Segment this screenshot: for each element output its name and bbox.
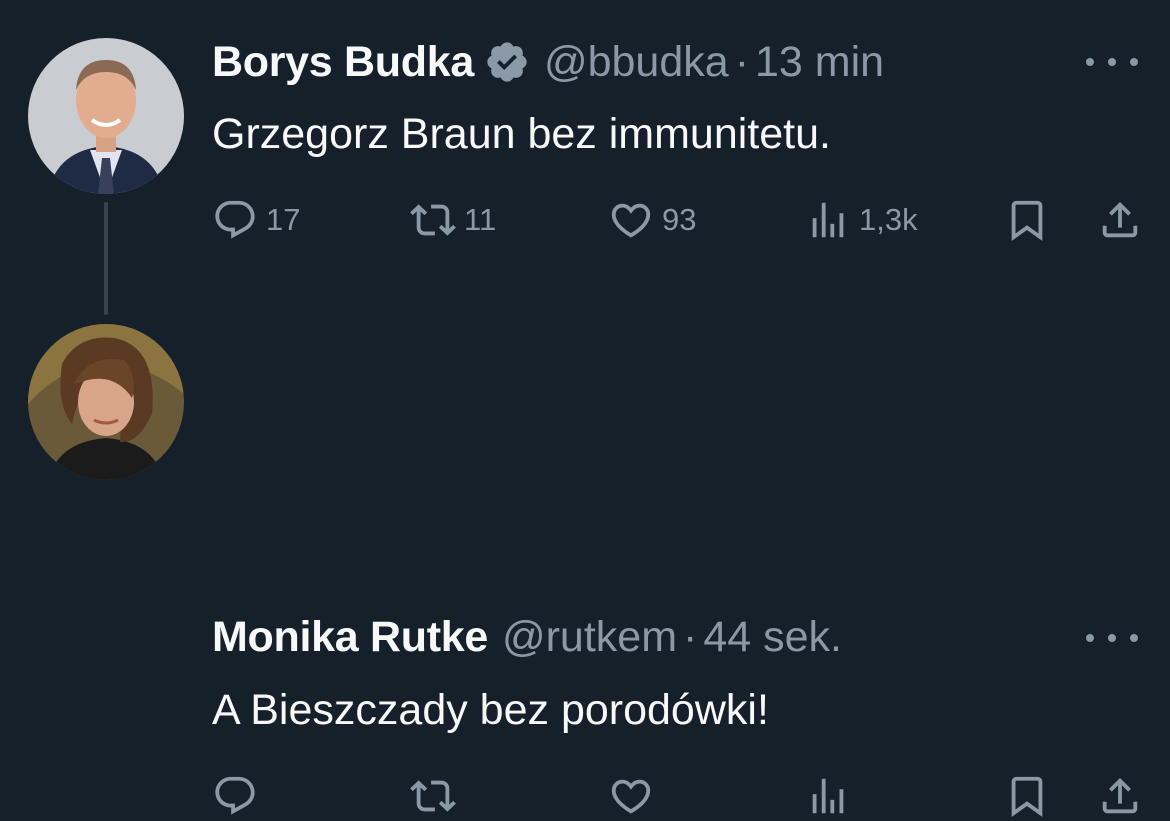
- retweet-button[interactable]: 11: [410, 195, 496, 245]
- tweet[interactable]: Borys Budka @bbudka · 13 min Grzegorz Br…: [0, 0, 1170, 315]
- verified-badge-icon[interactable]: [484, 39, 530, 85]
- like-button[interactable]: 93: [608, 195, 696, 245]
- views-icon: [812, 778, 844, 814]
- timestamp[interactable]: 13 min: [755, 38, 884, 87]
- author-name[interactable]: Monika Rutke: [212, 613, 488, 662]
- author-handle[interactable]: @bbudka: [544, 38, 729, 87]
- tweet-text: A Bieszczady bez porodówki!: [212, 686, 769, 734]
- like-button[interactable]: [608, 771, 662, 821]
- views-count: 1,3k: [859, 202, 918, 237]
- bookmark-button[interactable]: [1004, 195, 1050, 245]
- retweet-button[interactable]: [410, 771, 464, 821]
- more-icon[interactable]: [1086, 626, 1138, 650]
- reply-button[interactable]: 17: [212, 195, 300, 245]
- reply-icon: [215, 200, 255, 239]
- share-icon: [1102, 777, 1138, 814]
- bookmark-button[interactable]: [1004, 771, 1050, 821]
- retweet-icon: [410, 204, 456, 236]
- retweet-icon: [410, 780, 456, 812]
- tweet-header: Monika Rutke @rutkem · 44 sek.: [212, 609, 842, 665]
- views-button[interactable]: 1,3k: [805, 195, 918, 245]
- timestamp[interactable]: 44 sek.: [703, 613, 842, 662]
- share-icon: [1102, 201, 1138, 238]
- tweet[interactable]: Monika Rutke @rutkem · 44 sek. A Bieszcz…: [0, 290, 1170, 817]
- separator-dot: ·: [683, 612, 698, 661]
- like-icon: [611, 203, 651, 238]
- like-count: 93: [662, 202, 697, 237]
- separator-dot: ·: [734, 37, 750, 86]
- more-icon[interactable]: [1086, 50, 1138, 74]
- avatar-image: [28, 38, 184, 194]
- share-button[interactable]: [1097, 195, 1143, 245]
- tweet-text: Grzegorz Braun bez immunitetu.: [212, 110, 831, 158]
- author-name[interactable]: Borys Budka: [212, 38, 474, 87]
- avatar[interactable]: [28, 38, 184, 194]
- share-button[interactable]: [1097, 771, 1143, 821]
- views-icon: [812, 202, 844, 238]
- retweet-count: 11: [464, 202, 497, 237]
- avatar[interactable]: [28, 324, 184, 480]
- author-handle[interactable]: @rutkem: [502, 613, 677, 662]
- reply-button[interactable]: [212, 771, 266, 821]
- views-button[interactable]: [805, 771, 859, 821]
- reply-icon: [215, 776, 255, 815]
- avatar-image: [28, 324, 184, 480]
- tweet-header: Borys Budka @bbudka · 13 min: [212, 34, 884, 90]
- bookmark-icon: [1011, 200, 1043, 241]
- bookmark-icon: [1011, 776, 1043, 817]
- like-icon: [611, 779, 651, 814]
- reply-count: 17: [266, 202, 301, 237]
